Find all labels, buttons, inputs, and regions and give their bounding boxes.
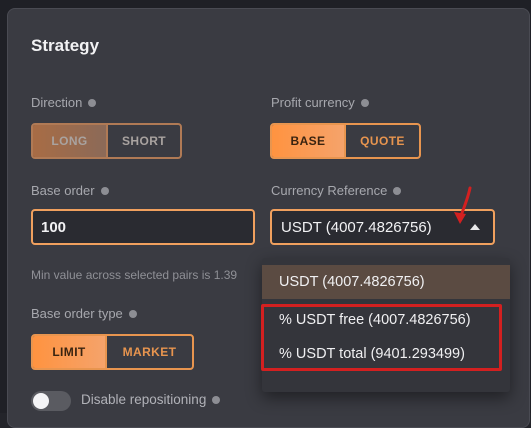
info-icon[interactable] (212, 395, 221, 404)
base-order-hint: Min value across selected pairs is 1.39 (31, 268, 238, 282)
annotation-highlight-box (261, 304, 502, 371)
currency-reference-value: USDT (4007.4826756) (281, 218, 432, 236)
direction-toggle: LONG SHORT (31, 123, 182, 159)
base-order-label: Base order (31, 183, 95, 198)
arrow-icon (454, 186, 472, 224)
base-order-label-group: Base order (31, 183, 109, 198)
direction-label-group: Direction (31, 95, 97, 110)
info-icon[interactable] (100, 186, 109, 195)
order-type-market-button[interactable]: MARKET (105, 336, 192, 368)
repositioning-switch[interactable] (31, 391, 71, 411)
profit-currency-base-button[interactable]: BASE (272, 125, 344, 157)
switch-knob (33, 393, 49, 409)
direction-long-button[interactable]: LONG (33, 125, 106, 157)
currency-reference-label: Currency Reference (271, 183, 388, 198)
info-icon[interactable] (360, 98, 369, 107)
direction-short-button[interactable]: SHORT (106, 125, 180, 157)
order-type-limit-button[interactable]: LIMIT (33, 336, 105, 368)
base-order-type-toggle: LIMIT MARKET (31, 334, 194, 370)
profit-currency-quote-button[interactable]: QUOTE (344, 125, 419, 157)
direction-label: Direction (31, 95, 83, 110)
profit-currency-toggle: BASE QUOTE (270, 123, 421, 159)
info-icon[interactable] (128, 309, 137, 318)
info-icon[interactable] (393, 186, 402, 195)
repositioning-label: Disable repositioning (81, 392, 207, 407)
base-order-value: 100 (41, 218, 67, 236)
repositioning-label-group: Disable repositioning (81, 392, 221, 407)
base-order-type-label-group: Base order type (31, 306, 137, 321)
profit-currency-label: Profit currency (271, 95, 355, 110)
profit-currency-label-group: Profit currency (271, 95, 369, 110)
info-icon[interactable] (88, 98, 97, 107)
currency-reference-label-group: Currency Reference (271, 183, 402, 198)
page-background: Strategy Direction LONG SHORT Profit cur… (0, 0, 531, 428)
section-title: Strategy (31, 36, 100, 55)
dropdown-option-usdt[interactable]: USDT (4007.4826756) (262, 265, 510, 299)
base-order-type-label: Base order type (31, 306, 123, 321)
base-order-input[interactable]: 100 (31, 209, 255, 245)
